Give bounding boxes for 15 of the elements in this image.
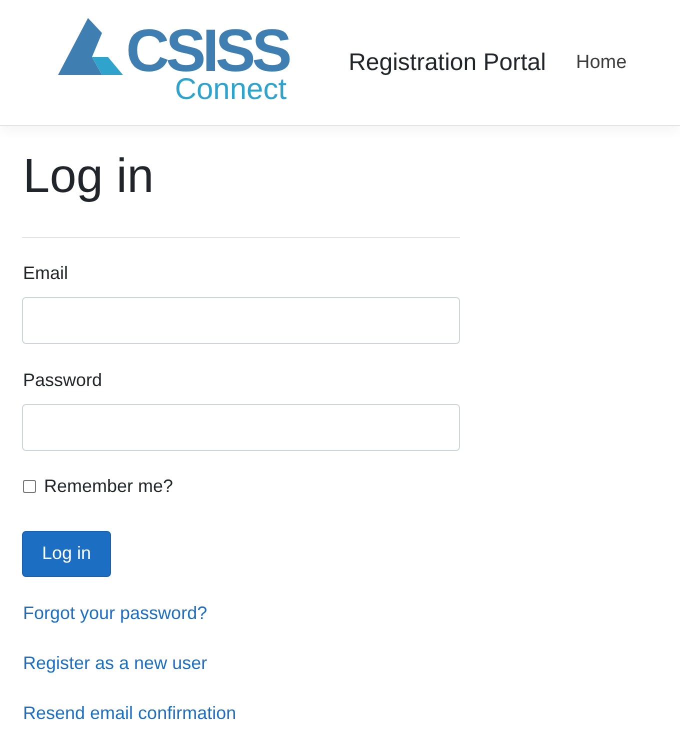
forgot-password-link[interactable]: Forgot your password? [23, 600, 208, 627]
logo-tagline: Connect [174, 74, 287, 104]
login-button[interactable]: Log in [22, 530, 112, 577]
field-label: Email [23, 262, 68, 285]
remember-label: Remember me? [44, 474, 174, 498]
field-label: Password [23, 368, 102, 392]
brand-link[interactable]: Registration Portal [348, 48, 546, 76]
page-title: Log in [23, 149, 154, 205]
logo-mark-icon [58, 18, 124, 74]
remember-checkbox[interactable] [23, 480, 36, 493]
input-field[interactable] [22, 404, 460, 451]
register-link[interactable]: Register as a new user [23, 650, 208, 677]
resend-confirmation-link[interactable]: Resend email confirmation [23, 700, 236, 727]
input-field[interactable] [22, 296, 460, 344]
nav-link[interactable]: Home [576, 52, 627, 74]
